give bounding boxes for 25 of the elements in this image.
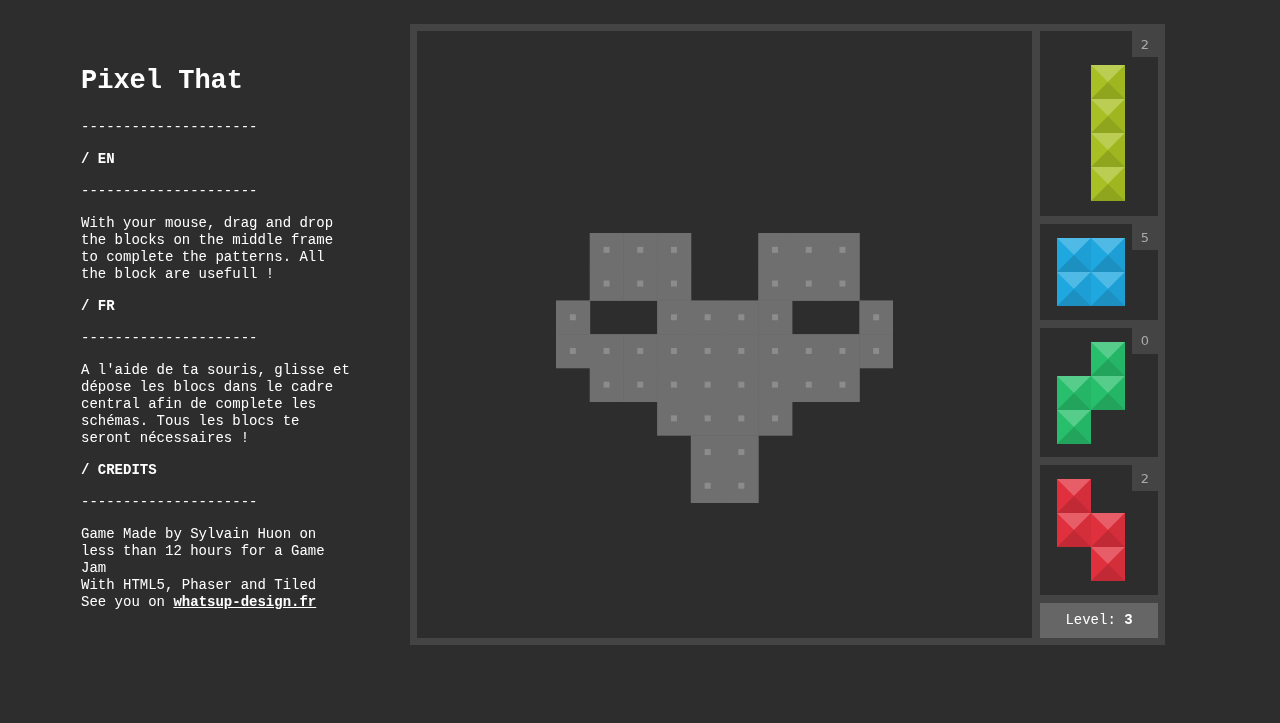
credits-text: With HTML5, Phaser and Tiled: [81, 577, 318, 594]
dashed-divider: ---------------------: [81, 494, 258, 511]
instructions-paragraph: With your mouse, drag and drop the blocks on the middle frame to complete the patterns. All the block are usefull !: [81, 215, 335, 283]
dashed-divider: ---------------------: [81, 330, 258, 347]
section-heading: / FR: [81, 298, 115, 315]
instructions-paragraph: A l'aide de ta souris, glisse et dépose les blocs dans le cadre central afin de complete les schémas. Tous les blocs te seront nécessaires !: [81, 362, 351, 447]
section-heading: / EN: [81, 151, 115, 168]
piece-count: 2: [1132, 31, 1158, 57]
piece-slot[interactable]: 2: [1040, 465, 1158, 595]
piece-count: 0: [1132, 327, 1158, 354]
website-link[interactable]: whatsup-design.fr: [173, 594, 317, 610]
piece-count: 2: [1132, 465, 1158, 492]
section-heading: / CREDITS: [81, 462, 157, 479]
level-indicator: Level: 3: [1040, 603, 1158, 638]
dashed-divider: ---------------------: [81, 119, 258, 136]
piece-count: 5: [1132, 224, 1158, 251]
block-piece-drawing[interactable]: [1057, 341, 1125, 444]
game-title: Pixel That: [81, 65, 244, 98]
piece-slot[interactable]: 2: [1040, 31, 1158, 217]
piece-slot[interactable]: 0: [1040, 327, 1158, 458]
dashed-divider: ---------------------: [81, 183, 258, 200]
piece-slot[interactable]: 5: [1040, 224, 1158, 320]
block-piece-drawing[interactable]: [1057, 479, 1125, 582]
credits-link-line: See you on whatsup-design.fr: [81, 594, 317, 610]
credits-text: Game Made by Sylvain Huon on less than 12 hours for a Game Jam: [81, 526, 326, 577]
